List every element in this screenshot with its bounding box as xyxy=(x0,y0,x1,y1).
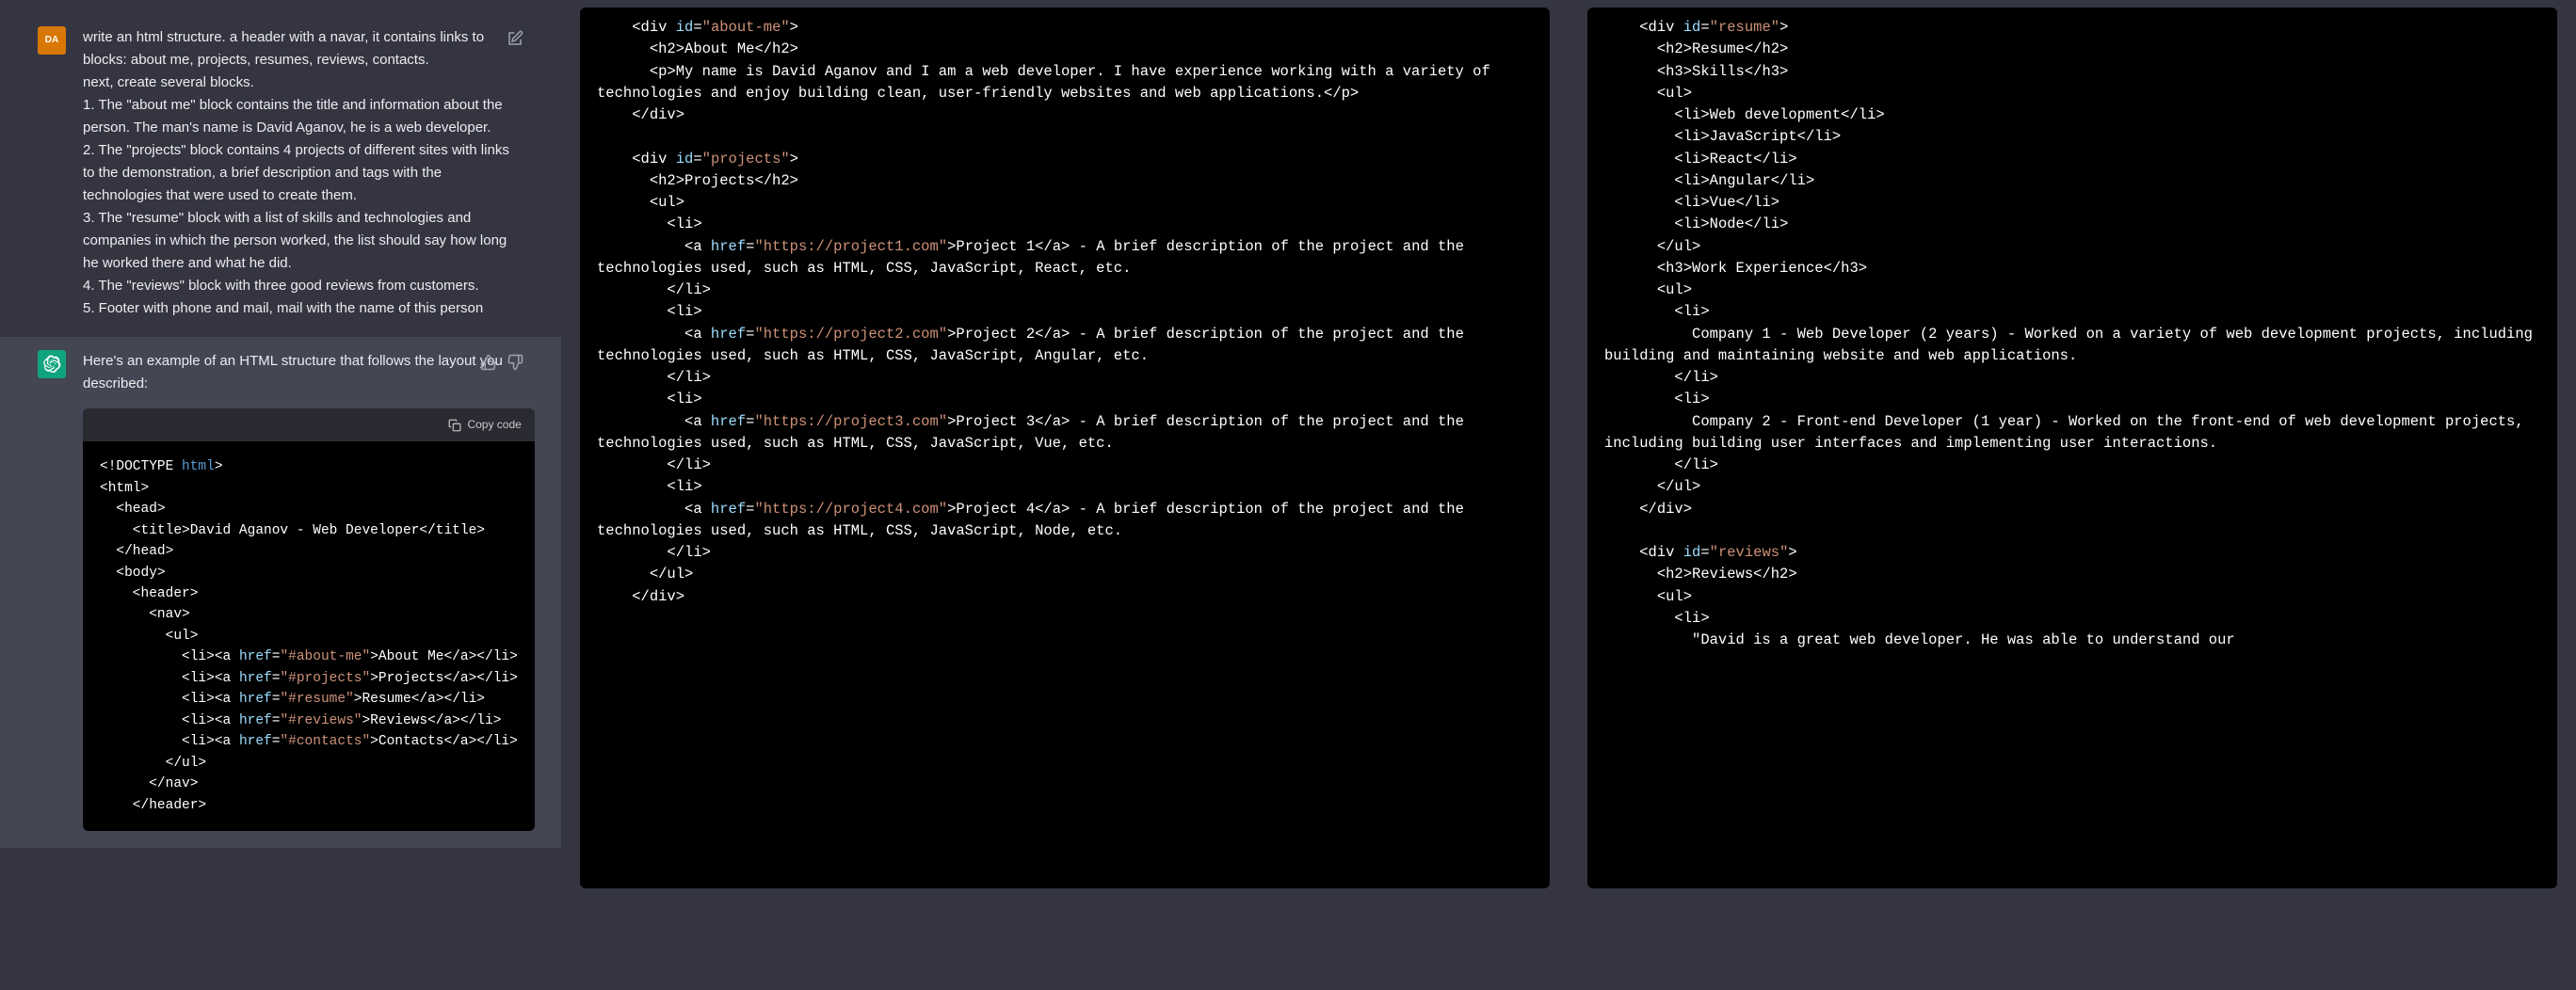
ai-message-text: Here's an example of an HTML structure t… xyxy=(83,350,535,395)
code-panel-right: <div id="resume"> <h2>Resume</h2> <h3>Sk… xyxy=(1569,0,2576,990)
code-block-header: Copy code xyxy=(83,408,535,441)
user-row-actions xyxy=(507,30,523,47)
code-panel-middle: <div id="about-me"> <h2>About Me</h2> <p… xyxy=(561,0,1569,990)
code-block: Copy code <!DOCTYPE html> <html> <head> … xyxy=(83,408,535,831)
chat-panel: DA write an html structure. a header wit… xyxy=(0,0,561,990)
code-left-content: <!DOCTYPE html> <html> <head> <title>Dav… xyxy=(83,441,535,831)
code-mid-content: <div id="about-me"> <h2>About Me</h2> <p… xyxy=(580,8,1550,625)
code-right-content: <div id="resume"> <h2>Resume</h2> <h3>Sk… xyxy=(1587,8,2557,668)
code-block-middle: <div id="about-me"> <h2>About Me</h2> <p… xyxy=(580,8,1550,888)
thumbs-down-icon[interactable] xyxy=(507,354,523,371)
clipboard-icon xyxy=(448,419,461,432)
thumbs-up-icon[interactable] xyxy=(480,354,497,371)
user-avatar: DA xyxy=(38,26,66,55)
code-block-right: <div id="resume"> <h2>Resume</h2> <h3>Sk… xyxy=(1587,8,2557,888)
ai-row-actions xyxy=(480,354,523,371)
edit-icon[interactable] xyxy=(507,30,523,47)
copy-code-button[interactable]: Copy code xyxy=(448,416,521,434)
ai-avatar xyxy=(38,350,66,378)
ai-message-row: Here's an example of an HTML structure t… xyxy=(0,337,561,848)
user-message-row: DA write an html structure. a header wit… xyxy=(0,13,561,337)
copy-code-label: Copy code xyxy=(467,416,521,434)
user-message-text: write an html structure. a header with a… xyxy=(83,26,523,320)
